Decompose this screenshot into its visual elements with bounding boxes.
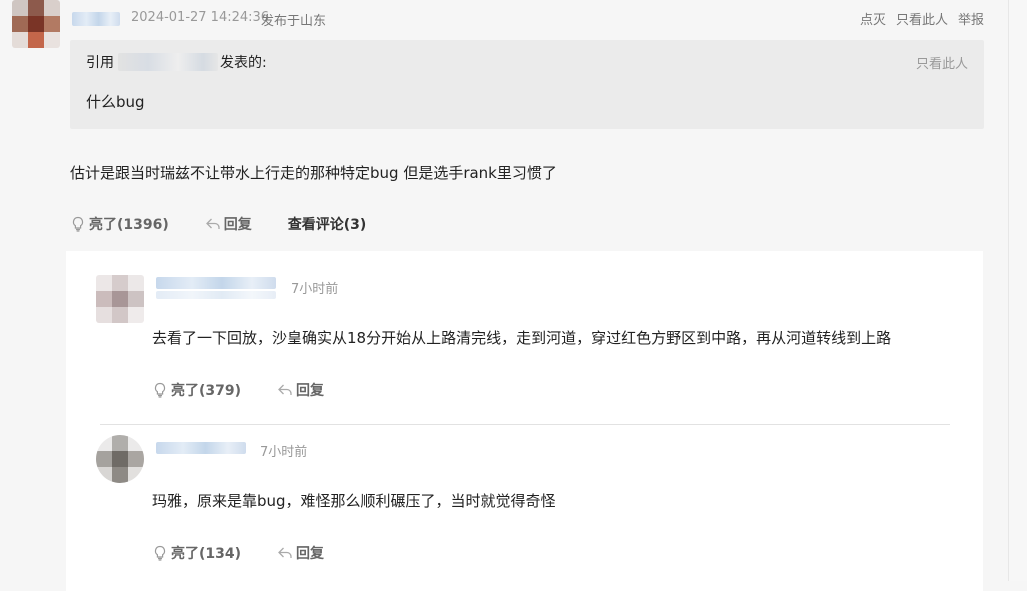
quote-suffix: 发表的: [220, 55, 267, 71]
like-button[interactable]: 亮了(1396) [70, 214, 169, 234]
quote-header: 引用 发表的: [86, 52, 267, 72]
vertical-scrollbar[interactable] [1008, 0, 1027, 581]
commenter-subtitle-blurred [156, 291, 276, 299]
comment-avatar[interactable] [96, 435, 144, 483]
lightbulb-icon [72, 216, 84, 232]
report-link[interactable]: 举报 [958, 9, 984, 28]
comment-reply-button[interactable]: 回复 [277, 380, 324, 400]
author-name-blurred[interactable] [72, 12, 120, 26]
quote-only-this-user-link[interactable]: 只看此人 [916, 53, 968, 72]
view-comments-label: 查看评论(3) [287, 217, 367, 233]
commenter-name-blurred[interactable] [156, 277, 276, 289]
view-comments-button[interactable]: 查看评论(3) [288, 214, 367, 234]
reply-arrow-icon [205, 218, 220, 229]
comment-actions: 亮了(134) 回复 [152, 543, 324, 563]
comment-time: 7小时前 [260, 445, 308, 460]
lightbulb-icon [154, 382, 166, 398]
comment-like-count: 亮了(134) [171, 546, 242, 562]
comment-divider [100, 424, 950, 425]
only-this-user-link[interactable]: 只看此人 [896, 9, 948, 28]
reply-arrow-icon [278, 547, 292, 558]
comment-actions: 亮了(379) 回复 [152, 380, 324, 400]
like-count: 亮了(1396) [89, 217, 169, 233]
comment-time: 7小时前 [291, 282, 339, 297]
quote-prefix: 引用 [86, 55, 114, 71]
post-location: 发布于山东 [261, 14, 327, 29]
quoted-user-name-blurred[interactable] [118, 53, 218, 71]
post-timestamp: 2024-01-27 14:24:36 [131, 10, 270, 25]
comment-text: 玛雅，原来是靠bug，难怪那么顺利碾压了，当时就觉得奇怪 [152, 492, 556, 510]
post-footer-actions: 亮了(1396) 回复 查看评论(3) [70, 214, 366, 234]
author-avatar[interactable] [12, 0, 60, 48]
comment-reply-button[interactable]: 回复 [277, 543, 324, 563]
comment-reply-label: 回复 [296, 383, 325, 399]
comment-like-count: 亮了(379) [171, 383, 242, 399]
comment-avatar[interactable] [96, 275, 144, 323]
quote-text: 什么bug [86, 93, 145, 111]
comment-text: 去看了一下回放，沙皇确实从18分开始从上路清完线，走到河道，穿过红色方野区到中路… [152, 329, 892, 347]
reply-arrow-icon [278, 384, 292, 395]
reply-button[interactable]: 回复 [205, 214, 252, 234]
comments-panel [66, 251, 983, 591]
commenter-name-blurred[interactable] [156, 442, 246, 454]
quote-box: 引用 发表的: 只看此人 什么bug [70, 40, 984, 129]
post-top-actions: 点灭 只看此人 举报 [860, 9, 984, 28]
comment-like-button[interactable]: 亮了(134) [152, 543, 241, 563]
comment-like-button[interactable]: 亮了(379) [152, 380, 241, 400]
reply-text: 估计是跟当时瑞兹不让带水上行走的那种特定bug 但是选手rank里习惯了 [70, 164, 557, 182]
comment-reply-label: 回复 [296, 546, 325, 562]
dislike-link[interactable]: 点灭 [860, 9, 886, 28]
lightbulb-icon [154, 545, 166, 561]
post-area: 2024-01-27 14:24:36 发布于山东 点灭 只看此人 举报 引用 … [0, 0, 1008, 591]
reply-label: 回复 [223, 217, 252, 233]
